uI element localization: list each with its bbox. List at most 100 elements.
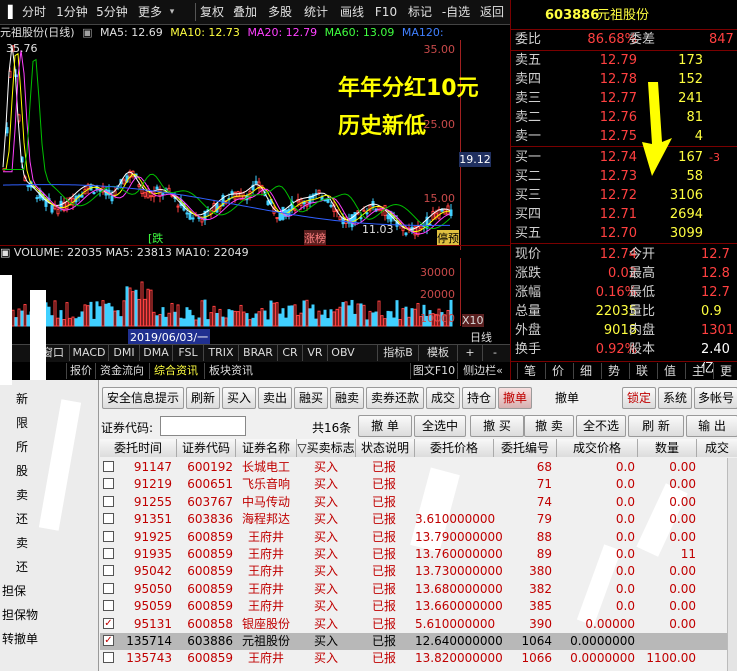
sidebar-item[interactable]: 转撤单: [2, 630, 97, 647]
add-watchlist-button[interactable]: -自选: [439, 3, 473, 21]
tab-indicator-b[interactable]: 指标B: [377, 345, 418, 361]
col-name[interactable]: 证券名称: [236, 439, 297, 457]
menu-icon[interactable]: ▐: [0, 3, 16, 21]
tab-fsl[interactable]: FSL: [172, 345, 203, 361]
positions-button[interactable]: 持仓: [462, 387, 496, 409]
quote-tab[interactable]: 笔: [517, 363, 542, 379]
sidebar-item[interactable]: 还: [16, 510, 111, 527]
margin-buy-button[interactable]: 融买: [294, 387, 328, 409]
huaxian-button[interactable]: 画线: [336, 3, 368, 21]
sell-button[interactable]: 卖出: [258, 387, 292, 409]
tab-baojia[interactable]: 报价: [66, 363, 95, 379]
order-row[interactable]: 95042 600859 王府井 买入 已报 13.730000000 380 0.0 0.00: [100, 563, 737, 580]
zoom-out-button[interactable]: -: [482, 345, 507, 361]
export-button[interactable]: 输 出: [686, 415, 737, 437]
sidebar-item[interactable]: 还: [16, 558, 111, 575]
buy-level-row[interactable]: 买二 12.73 58: [511, 167, 737, 186]
tab-sector-news[interactable]: 板块资讯: [204, 363, 257, 379]
quote-tab[interactable]: 细: [573, 363, 598, 379]
tab-fenshi[interactable]: 分时: [18, 3, 50, 21]
tab-obv[interactable]: OBV: [327, 345, 358, 361]
quote-tab[interactable]: 更: [713, 363, 737, 379]
sell-repay-button[interactable]: 卖券还款: [366, 387, 424, 409]
sell-level-row[interactable]: 卖五 12.79 173: [511, 51, 737, 70]
tab-capital-flow[interactable]: 资金流向: [95, 363, 148, 379]
order-row[interactable]: 91219 600651 飞乐音响 买入 已报 71 0.0 0.00: [100, 476, 737, 493]
order-row[interactable]: 91255 603767 中马传动 买入 已报 74 0.0 0.00: [100, 494, 737, 511]
sell-level-row[interactable]: 卖二 12.76 81: [511, 108, 737, 127]
order-row[interactable]: 91935 600859 王府井 买入 已报 13.760000000 89 0.0 11: [100, 546, 737, 563]
tab-dmi[interactable]: DMI: [108, 345, 139, 361]
cancel-button[interactable]: 撤 单: [358, 415, 412, 437]
deselect-all-button[interactable]: 全不选: [576, 415, 626, 437]
col-qty[interactable]: 数量: [638, 439, 697, 457]
tab-vr[interactable]: VR: [302, 345, 327, 361]
deals-button[interactable]: 成交: [426, 387, 460, 409]
settings-icon[interactable]: ▣: [82, 26, 92, 39]
buy-level-row[interactable]: 买四 12.71 2694: [511, 205, 737, 224]
system-button[interactable]: 系统: [658, 387, 692, 409]
volume-settings-icon[interactable]: ▣: [0, 246, 10, 259]
col-status[interactable]: 状态说明: [356, 439, 415, 457]
sidebar-item[interactable]: 卖: [16, 534, 111, 551]
buy-button[interactable]: 买入: [222, 387, 256, 409]
tab-f10[interactable]: 图文F10: [410, 363, 457, 379]
lock-button[interactable]: 锁定: [622, 387, 656, 409]
tab-news[interactable]: 综合资讯: [149, 363, 202, 379]
col-deal[interactable]: 成交: [697, 439, 737, 457]
tab-dma[interactable]: DMA: [139, 345, 172, 361]
order-row[interactable]: ✓ 95131 600858 银座股份 买入 已报 5.610000000 390 0.0000…: [100, 616, 737, 633]
order-row[interactable]: 95059 600859 王府井 买入 已报 13.660000000 385 0.0 0.00: [100, 598, 737, 615]
quote-tab[interactable]: 价: [545, 363, 570, 379]
tab-5min[interactable]: 5分钟: [92, 3, 132, 21]
col-price[interactable]: 委托价格: [415, 439, 494, 457]
sidebar-item[interactable]: 担保: [2, 582, 97, 599]
tab-cr[interactable]: CR: [277, 345, 302, 361]
col-deal-price[interactable]: 成交价格: [557, 439, 638, 457]
margin-sell-button[interactable]: 融卖: [330, 387, 364, 409]
tab-macd[interactable]: MACD: [69, 345, 108, 361]
code-input[interactable]: [160, 416, 246, 436]
multi-account-button[interactable]: 多帐号: [694, 387, 737, 409]
col-side[interactable]: ▽买卖标志: [297, 439, 356, 457]
order-row[interactable]: ✓ 135714 603886 元祖股份 买入 已报 12.640000000 1064 0.0…: [100, 633, 737, 650]
quote-tab[interactable]: 势: [601, 363, 626, 379]
biaoji-button[interactable]: 标记: [404, 3, 436, 21]
tab-trix[interactable]: TRIX: [203, 345, 238, 361]
order-row[interactable]: 91147 600192 长城电工 买入 已报 68 0.0 0.00: [100, 459, 737, 476]
sell-level-row[interactable]: 卖三 12.77 241: [511, 89, 737, 108]
col-order-no[interactable]: 委托编号: [494, 439, 557, 457]
sell-level-row[interactable]: 卖一 12.75 4: [511, 127, 737, 146]
col-code[interactable]: 证券代码: [177, 439, 236, 457]
security-tips-button[interactable]: 安全信息提示: [102, 387, 184, 409]
col-time[interactable]: 委托时间: [100, 439, 177, 457]
fuquan-button[interactable]: 复权: [196, 3, 228, 21]
tab-sidebar[interactable]: 侧边栏«: [457, 363, 508, 379]
tab-template[interactable]: 模板: [418, 345, 457, 361]
select-all-button[interactable]: 全选中: [414, 415, 466, 437]
quote-tab[interactable]: 联: [629, 363, 654, 379]
buy-level-row[interactable]: 买三 12.72 3106: [511, 186, 737, 205]
order-row[interactable]: 135743 600859 王府井 买入 已报 13.820000000 1066 0.000…: [100, 650, 737, 667]
cancel-sells-button[interactable]: 撤 卖: [524, 415, 574, 437]
diejia-button[interactable]: 叠加: [229, 3, 261, 21]
order-row[interactable]: 95050 600859 王府井 买入 已报 13.680000000 382 0.0 0.00: [100, 581, 737, 598]
chevron-down-icon[interactable]: ▾: [167, 3, 177, 21]
tab-1min[interactable]: 1分钟: [52, 3, 92, 21]
f10-button[interactable]: F10: [371, 3, 401, 21]
sell-level-row[interactable]: 卖四 12.78 152: [511, 70, 737, 89]
duogu-button[interactable]: 多股: [264, 3, 296, 21]
buy-level-row[interactable]: 买一 12.74 167 -3: [511, 148, 737, 167]
refresh-button[interactable]: 刷新: [186, 387, 220, 409]
tab-brar[interactable]: BRAR: [238, 345, 277, 361]
cancel-order-tab[interactable]: 撤单: [498, 387, 532, 409]
period-label[interactable]: 日线: [470, 329, 492, 345]
order-row[interactable]: 91925 600859 王府井 买入 已报 13.790000000 88 0.0 0.00: [100, 529, 737, 546]
buy-level-row[interactable]: 买五 12.70 3099: [511, 224, 737, 243]
sidebar-item[interactable]: 担保物: [2, 606, 97, 623]
quote-tab[interactable]: 值: [657, 363, 682, 379]
tab-more[interactable]: 更多: [131, 3, 169, 21]
cancel-buys-button[interactable]: 撤 买: [470, 415, 524, 437]
back-button[interactable]: 返回: [476, 3, 508, 21]
quote-tab[interactable]: 主: [685, 363, 710, 379]
